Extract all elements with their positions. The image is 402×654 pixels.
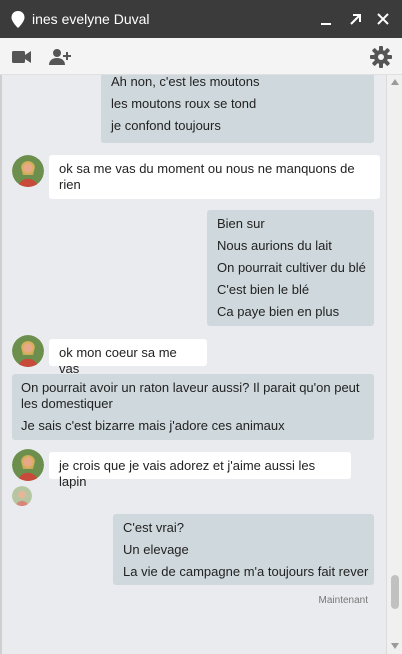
- minimize-icon[interactable]: [316, 9, 336, 29]
- message-line: On pourrait avoir un raton laveur aussi?…: [21, 380, 360, 411]
- message-line: La vie de campagne m'a toujours fait rev…: [123, 564, 369, 579]
- video-call-icon[interactable]: [10, 45, 34, 69]
- message-line: C'est bien le blé: [217, 282, 310, 297]
- scrollbar-thumb[interactable]: [391, 575, 399, 609]
- message-list[interactable]: Ah non, c'est les moutons les moutons ro…: [0, 75, 402, 654]
- scroll-up-arrow-icon[interactable]: [391, 79, 399, 85]
- location-pin-icon: [11, 11, 25, 28]
- message-line: Je sais c'est bizarre mais j'adore ces a…: [21, 418, 285, 433]
- pop-out-icon[interactable]: [345, 9, 365, 29]
- chat-scrollbar[interactable]: [386, 75, 402, 654]
- chat-title[interactable]: ines evelyne Duval: [32, 11, 150, 27]
- incoming-message: je crois que je vais adorez et j'aime au…: [49, 452, 351, 489]
- close-icon[interactable]: [373, 9, 393, 29]
- contact-avatar[interactable]: [12, 335, 44, 367]
- scroll-down-arrow-icon[interactable]: [391, 643, 399, 649]
- message-line: On pourrait cultiver du blé: [217, 260, 366, 275]
- outgoing-message: On pourrait avoir un raton laveur aussi?…: [12, 374, 374, 440]
- chat-toolbar: [0, 38, 402, 75]
- message-line: les moutons roux se tond: [111, 96, 257, 111]
- outgoing-message: Ah non, c'est les moutons les moutons ro…: [101, 75, 374, 143]
- incoming-message: ok mon coeur sa me vas: [49, 339, 207, 376]
- incoming-message: ok sa me vas du moment ou nous ne manquo…: [49, 155, 380, 199]
- message-line: Ca paye bien en plus: [217, 304, 340, 319]
- outgoing-message: C'est vrai? Un elevage La vie de campagn…: [113, 514, 374, 585]
- message-line: C'est vrai?: [123, 520, 185, 535]
- message-line: Ah non, c'est les moutons: [111, 75, 260, 89]
- contact-avatar[interactable]: [12, 449, 44, 481]
- message-line: je confond toujours: [111, 118, 221, 133]
- message-timestamp: Maintenant: [318, 595, 368, 606]
- chat-window-titlebar: ines evelyne Duval: [0, 0, 402, 38]
- window-left-border: [0, 75, 2, 654]
- message-line: Un elevage: [123, 542, 189, 557]
- settings-gear-icon[interactable]: [369, 45, 393, 69]
- seen-indicator-avatar: [12, 486, 32, 506]
- message-line: Nous aurions du lait: [217, 238, 332, 253]
- message-line: Bien sur: [217, 216, 265, 231]
- outgoing-message: Bien sur Nous aurions du lait On pourrai…: [207, 210, 374, 326]
- contact-avatar[interactable]: [12, 155, 44, 187]
- add-person-icon[interactable]: [48, 45, 72, 69]
